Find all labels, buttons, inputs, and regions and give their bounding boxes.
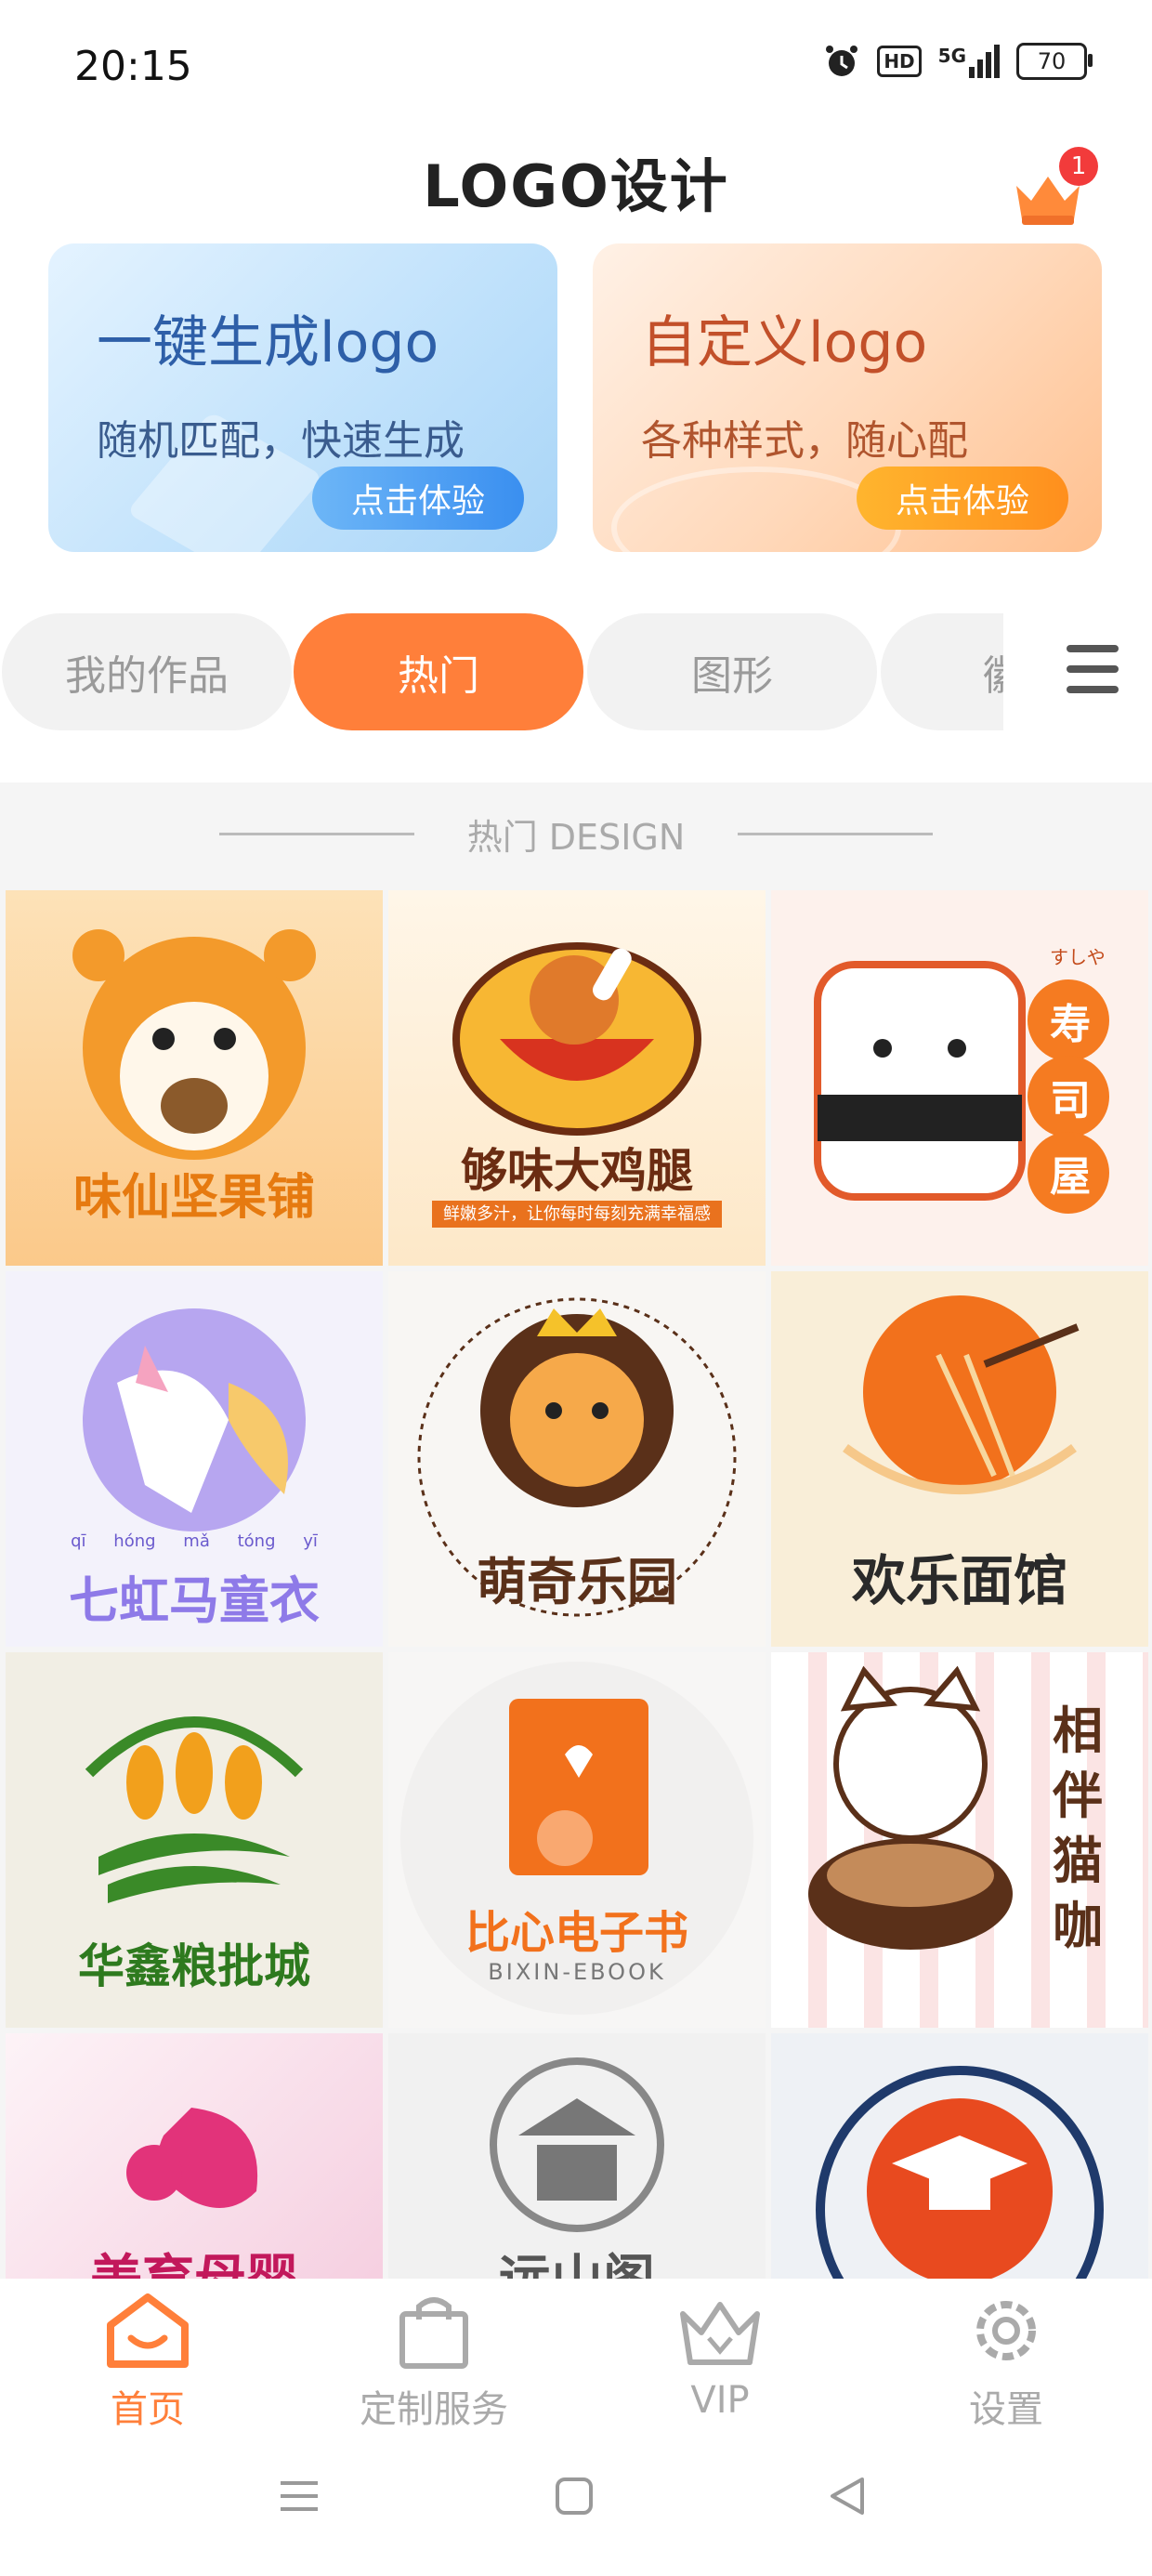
page-title: LOGO设计 (423, 152, 729, 220)
nav-label: 设置 (969, 2388, 1043, 2431)
logo-name: 华鑫粮批城 (78, 1939, 310, 1993)
divider (738, 833, 933, 835)
pinyin-syllable: qī (71, 1531, 86, 1551)
logo-tile[interactable] (771, 2033, 1148, 2279)
tab-hot[interactable]: 热门 (294, 613, 583, 730)
card-title: 一键生成logo (97, 310, 439, 375)
nav-settings[interactable]: 设置 (899, 2292, 1113, 2433)
vip-crown-icon (680, 2302, 760, 2365)
recent-apps-icon[interactable] (279, 2476, 320, 2517)
logo-name: 七虹马童衣 (69, 1571, 320, 1630)
pinyin-syllable: hóng (113, 1531, 156, 1551)
status-icons: HD 5G 70 (823, 43, 1093, 80)
nav-custom-service[interactable]: 定制服务 (327, 2292, 541, 2433)
logo-tile[interactable]: 萌奇乐园 (388, 1271, 766, 1647)
gear-icon (976, 2301, 1036, 2360)
system-nav-bar (0, 2427, 1152, 2576)
logo-name: 相伴猫咖 (1053, 1702, 1103, 1955)
menu-icon[interactable] (1067, 645, 1119, 701)
pinyin-syllable: mǎ (183, 1531, 210, 1551)
logo-latin: BIXIN-EBOOK (488, 1959, 666, 1985)
signal-icon: 5G (938, 45, 1000, 78)
tab-my-works[interactable]: 我的作品 (2, 613, 292, 730)
logo-name: 比心电子书 (465, 1907, 688, 1959)
custom-logo-card[interactable]: 自定义logo 各种样式，随心配 点击体验 (593, 243, 1102, 552)
logo-tile[interactable]: 相伴猫咖 (771, 1652, 1148, 2028)
logo-tile[interactable]: 华鑫粮批城 (6, 1652, 383, 2028)
logo-kana: すしや (1050, 946, 1106, 968)
status-time: 20:15 (74, 43, 192, 90)
pinyin-syllable: yī (303, 1531, 318, 1551)
network-label: 5G (937, 45, 966, 67)
logo-tile[interactable]: qī hóng mǎ tóng yī 七虹马童衣 (6, 1271, 383, 1647)
logo-name: 欢乐面馆 (851, 1549, 1067, 1612)
tab-emblem[interactable]: 徽 (881, 613, 1003, 730)
logo-tile[interactable]: すしや 寿司屋 (771, 890, 1148, 1266)
nav-vip[interactable]: VIP (613, 2292, 827, 2422)
logo-tile[interactable]: 远山阁 (388, 2033, 766, 2279)
graduation-cap-icon (816, 2066, 1104, 2279)
battery-icon: 70 (1016, 43, 1093, 80)
back-icon[interactable] (825, 2474, 870, 2518)
logo-name: 味仙坚果铺 (72, 1170, 315, 1226)
status-bar: 20:15 HD 5G 70 (0, 0, 1152, 130)
logo-name: 萌奇乐园 (477, 1553, 677, 1611)
nav-label: VIP (690, 2379, 750, 2422)
nav-home[interactable]: 首页 (41, 2292, 255, 2433)
try-button[interactable]: 点击体验 (857, 467, 1068, 530)
card-title: 自定义logo (641, 310, 928, 375)
logo-tile[interactable]: 够味大鸡腿 鲜嫩多汁，让你每时每刻充满幸福感 (388, 890, 766, 1266)
card-subtitle: 各种样式，随心配 (641, 417, 968, 465)
card-decoration (611, 467, 901, 552)
logo-tagline: 鲜嫩多汁，让你每时每刻充满幸福感 (388, 1201, 766, 1228)
logo-name: 远山阁 (388, 2238, 766, 2279)
home-icon (107, 2293, 189, 2368)
logo-tile[interactable]: 美育母婴 (6, 2033, 383, 2279)
alarm-icon (826, 46, 858, 76)
logo-name: 够味大鸡腿 (461, 1144, 693, 1198)
logo-name: 寿司屋 (1050, 1001, 1091, 1201)
card-subtitle: 随机匹配，快速生成 (97, 417, 465, 465)
logo-tile[interactable]: 味仙坚果铺 (6, 890, 383, 1266)
nav-label: 首页 (111, 2388, 185, 2431)
tab-graphics[interactable]: 图形 (587, 613, 877, 730)
one-click-generate-card[interactable]: 一键生成logo 随机匹配，快速生成 点击体验 (48, 243, 557, 552)
logo-tile[interactable]: 欢乐面馆 (771, 1271, 1148, 1647)
category-tabs: 我的作品 热门 图形 徽 (0, 611, 1003, 734)
battery-level: 70 (1037, 48, 1067, 74)
section-heading: 热门 DESIGN (466, 817, 686, 858)
pinyin-syllable: tóng (237, 1531, 276, 1551)
logo-pinyin: qī hóng mǎ tóng yī (6, 1531, 383, 1551)
tagline-text: 鲜嫩多汁，让你每时每刻充满幸福感 (432, 1201, 722, 1228)
logo-tile[interactable]: 比心电子书 BIXIN-EBOOK (388, 1652, 766, 2028)
nav-label: 定制服务 (360, 2388, 508, 2431)
bottom-nav: 首页 定制服务 VIP 设置 (0, 2279, 1152, 2431)
bag-icon (399, 2297, 468, 2369)
home-square-icon[interactable] (554, 2476, 595, 2517)
hd-icon: HD (877, 46, 922, 77)
logo-gallery: 热门 DESIGN 味仙坚果铺 够味大鸡腿 鲜嫩多汁，让你每时每刻充满幸福感 す… (0, 782, 1152, 2279)
notification-badge: 1 (1059, 147, 1098, 186)
logo-name: 美育母婴 (6, 2238, 383, 2279)
try-button[interactable]: 点击体验 (312, 467, 524, 530)
